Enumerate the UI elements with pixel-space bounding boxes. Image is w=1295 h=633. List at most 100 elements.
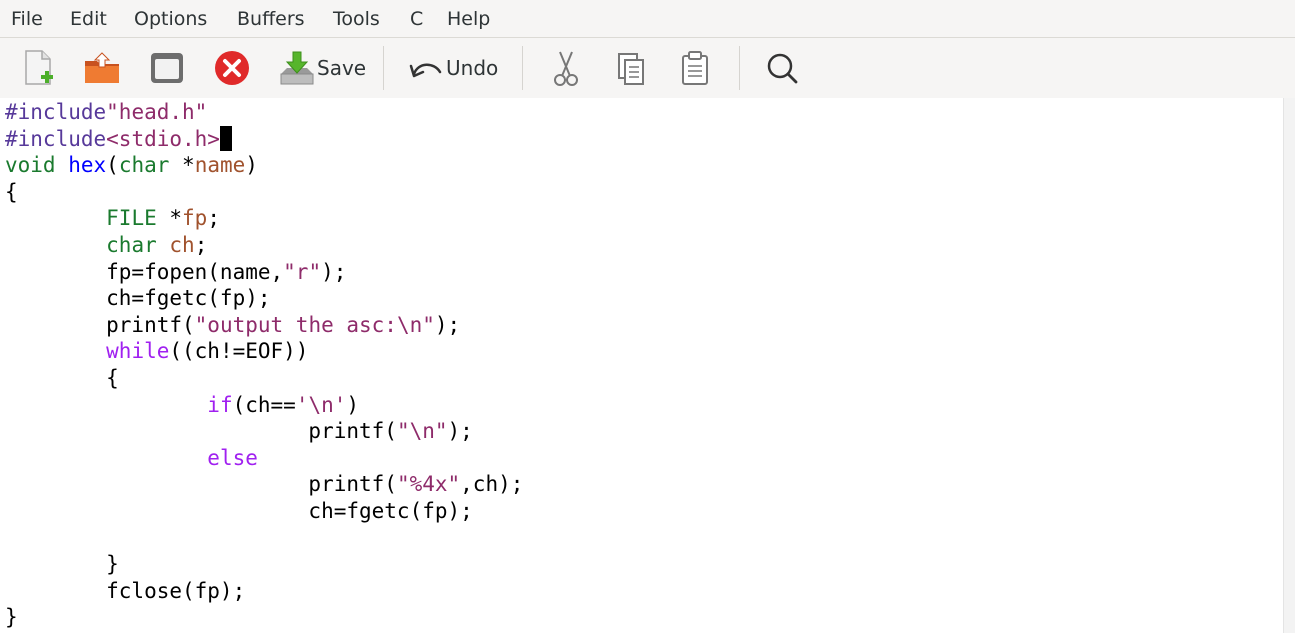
code-token: #include <box>5 126 107 151</box>
code-token: { <box>5 366 119 390</box>
menu-tools[interactable]: Tools <box>333 8 380 30</box>
clipboard-icon <box>682 51 708 85</box>
code-token: "head.h" <box>106 100 208 124</box>
new-file-button[interactable] <box>22 38 56 98</box>
code-line: #include"head.h" <box>5 99 207 126</box>
undo-label: Undo <box>446 56 499 80</box>
code-token: if <box>207 392 233 417</box>
code-token: '\n' <box>295 392 347 417</box>
toolbar: Save Undo <box>0 38 1295 98</box>
window-icon <box>151 53 183 83</box>
code-line: } <box>5 551 119 578</box>
code-token: ((ch!=EOF)) <box>169 339 309 364</box>
cut-button[interactable] <box>551 38 581 98</box>
code-token: ) <box>245 153 258 178</box>
code-token: char <box>118 153 170 178</box>
save-download-icon <box>280 51 314 85</box>
text-cursor <box>219 125 232 151</box>
code-token: ; <box>194 233 208 257</box>
code-token: fclose(fp); <box>5 578 246 603</box>
code-token: name <box>194 153 246 178</box>
code-token: <stdio.h> <box>106 126 220 151</box>
search-icon <box>767 53 798 84</box>
code-token: hex <box>68 153 107 178</box>
toolbar-separator <box>522 46 523 90</box>
window-button[interactable] <box>148 38 186 98</box>
menu-buffers[interactable]: Buffers <box>237 8 305 30</box>
open-file-button[interactable] <box>82 38 122 98</box>
code-line: printf("%4x",ch); <box>5 471 523 498</box>
code-line: printf("\n"); <box>5 418 472 445</box>
search-button[interactable] <box>764 38 800 98</box>
code-token: ch=fgetc(fp); <box>5 499 473 523</box>
code-token: (ch== <box>232 392 296 417</box>
toolbar-separator <box>383 46 384 90</box>
code-line: fclose(fp); <box>5 578 245 605</box>
code-token: ); <box>321 259 347 284</box>
code-token: * <box>156 206 183 231</box>
scissors-icon <box>554 51 578 86</box>
code-line: ch=fgetc(fp); <box>5 285 271 312</box>
code-token: { <box>5 179 18 204</box>
code-token: ch=fgetc(fp); <box>5 286 271 311</box>
code-line: ch=fgetc(fp); <box>5 498 473 525</box>
code-line: FILE *fp; <box>5 205 220 232</box>
code-token: void <box>5 153 56 178</box>
close-circle-icon <box>215 51 249 85</box>
close-buffer-button[interactable] <box>212 38 252 98</box>
code-line: } <box>5 604 18 631</box>
code-token: FILE <box>106 206 157 231</box>
code-line: #include<stdio.h> <box>5 125 232 153</box>
paste-button[interactable] <box>679 38 711 98</box>
save-button[interactable]: Save <box>279 38 366 98</box>
code-token: fp=fopen(name, <box>5 259 284 284</box>
code-line: printf("output the asc:\n"); <box>5 312 460 339</box>
code-token: #include <box>5 100 107 124</box>
undo-button[interactable]: Undo <box>408 38 498 98</box>
code-token: ch <box>169 233 195 257</box>
copy-button[interactable] <box>615 38 647 98</box>
code-token: ,ch); <box>460 472 524 497</box>
code-token: printf( <box>5 472 397 497</box>
code-token: "r" <box>283 259 322 284</box>
code-token: char <box>106 233 157 257</box>
menu-bar: File Edit Options Buffers Tools C Help <box>0 0 1295 38</box>
menu-edit[interactable]: Edit <box>70 8 107 30</box>
code-token: "%4x" <box>396 472 461 497</box>
code-line: char ch; <box>5 232 207 259</box>
code-token: ) <box>346 392 360 417</box>
code-token: printf( <box>5 312 195 337</box>
code-line: if(ch=='\n') <box>5 392 359 419</box>
code-token: ); <box>434 312 461 337</box>
code-line: fp=fopen(name,"r"); <box>5 259 346 286</box>
toolbar-separator <box>739 46 740 90</box>
code-token: "output the asc:\n" <box>194 312 435 337</box>
code-editor[interactable]: #include"head.h" #include<stdio.h> void he… <box>0 98 1283 633</box>
code-line: else <box>5 445 258 472</box>
code-token: "\n" <box>396 419 448 444</box>
code-token: ; <box>207 206 220 231</box>
code-token: } <box>5 605 18 630</box>
new-file-icon <box>25 50 53 85</box>
menu-file[interactable]: File <box>11 8 43 30</box>
menu-options[interactable]: Options <box>134 8 207 30</box>
code-line: void hex(char *name) <box>5 152 258 179</box>
code-line: { <box>5 365 119 392</box>
code-token: else <box>207 445 258 470</box>
code-line: { <box>5 179 18 206</box>
menu-c[interactable]: C <box>410 8 423 30</box>
code-token: } <box>5 552 119 577</box>
undo-arrow-icon <box>409 63 442 78</box>
code-token: * <box>169 153 195 178</box>
code-token: fp <box>182 206 208 231</box>
menu-help[interactable]: Help <box>447 8 490 30</box>
vertical-scrollbar[interactable] <box>1283 98 1295 633</box>
code-token: printf( <box>5 419 397 444</box>
